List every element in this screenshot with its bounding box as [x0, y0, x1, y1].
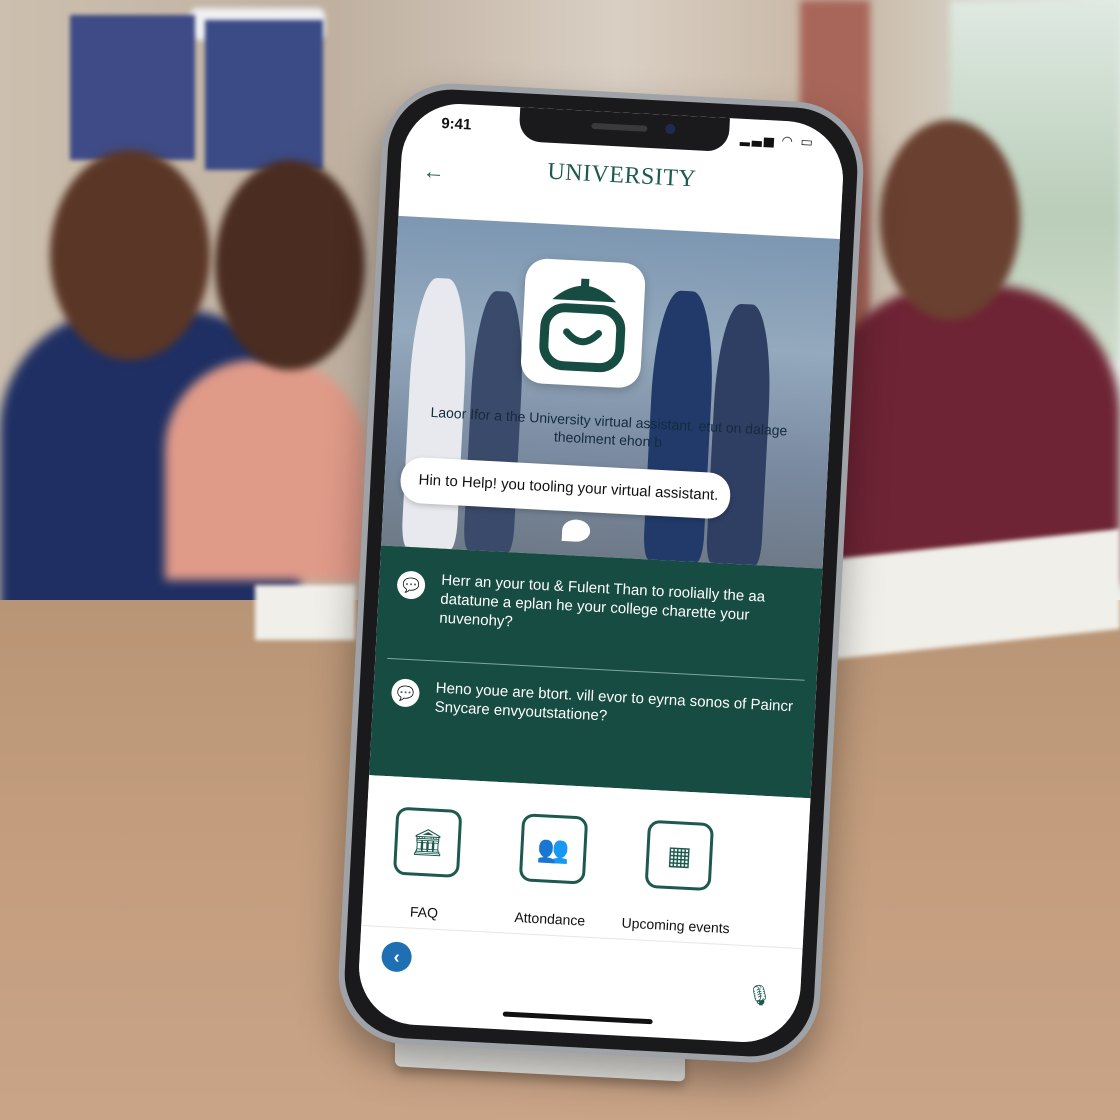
quick-action-attendance[interactable]: 👥 Attondance	[489, 812, 615, 930]
chat-message-text: Herr an your tou & Fulent Than to roolia…	[438, 571, 766, 631]
front-camera	[665, 123, 676, 135]
calendar-grid-icon: ▦	[644, 819, 715, 892]
quick-action-label: FAQ	[409, 903, 439, 921]
status-icons: ▂▃▅ ◠ ▭	[740, 131, 816, 151]
quick-action-upcoming-events[interactable]: ▦ Upcoming events	[615, 818, 741, 936]
assistant-greeting-text: Hin to Help! you tooling your virtual as…	[418, 471, 719, 505]
status-time: 9:41	[440, 115, 472, 134]
student-left-head	[50, 150, 210, 360]
chat-message[interactable]: 💬 Herr an your tou & Fulent Than to rool…	[395, 568, 803, 646]
hero-banner: Laoor Ifor a the University virtual assi…	[381, 215, 840, 569]
chevron-left-circle-icon[interactable]: ‹	[380, 941, 413, 973]
quick-action-faq[interactable]: 🏛 FAQ	[364, 805, 490, 923]
bubble-tail	[561, 518, 591, 543]
chat-message-text: Heno youe are btort. vill evor to eyrna …	[434, 679, 794, 725]
quick-actions: 🏛 FAQ 👥 Attondance ▦ Upcoming events	[361, 775, 811, 949]
divider	[387, 657, 805, 681]
notebook-left	[255, 585, 355, 640]
people-icon: 👥	[518, 813, 589, 885]
wifi-icon: ◠	[781, 132, 796, 149]
student-middle-body	[165, 360, 365, 580]
banner-left	[70, 15, 195, 160]
chat-bubble-icon: 💬	[390, 678, 421, 708]
university-building-icon: 🏛	[392, 806, 463, 878]
chat-bubble-icon: 💬	[396, 570, 426, 600]
student-middle-head	[215, 160, 365, 370]
chat-message[interactable]: 💬 Heno youe are btort. vill evor to eyrn…	[390, 676, 797, 735]
quick-action-label: Upcoming events	[621, 914, 731, 937]
quick-action-label: Attondance	[514, 908, 586, 929]
banner-right	[205, 20, 323, 170]
home-indicator[interactable]	[502, 1011, 653, 1025]
signal-icon: ▂▃▅	[739, 130, 777, 148]
speaker-grille	[591, 122, 648, 132]
conversation-panel: 💬 Herr an your tou & Fulent Than to rool…	[369, 545, 823, 799]
battery-icon: ▭	[800, 133, 816, 150]
phone-screen: 9:41 ▂▃▅ ◠ ▭ ← UNIVERSITY Laoor Ifor a t…	[356, 101, 846, 1045]
microphone-icon[interactable]: 🎙	[746, 982, 773, 1008]
phone: 9:41 ▂▃▅ ◠ ▭ ← UNIVERSITY Laoor Ifor a t…	[335, 80, 867, 1066]
assistant-logo-icon	[519, 257, 647, 389]
student-right-head	[880, 120, 1020, 320]
